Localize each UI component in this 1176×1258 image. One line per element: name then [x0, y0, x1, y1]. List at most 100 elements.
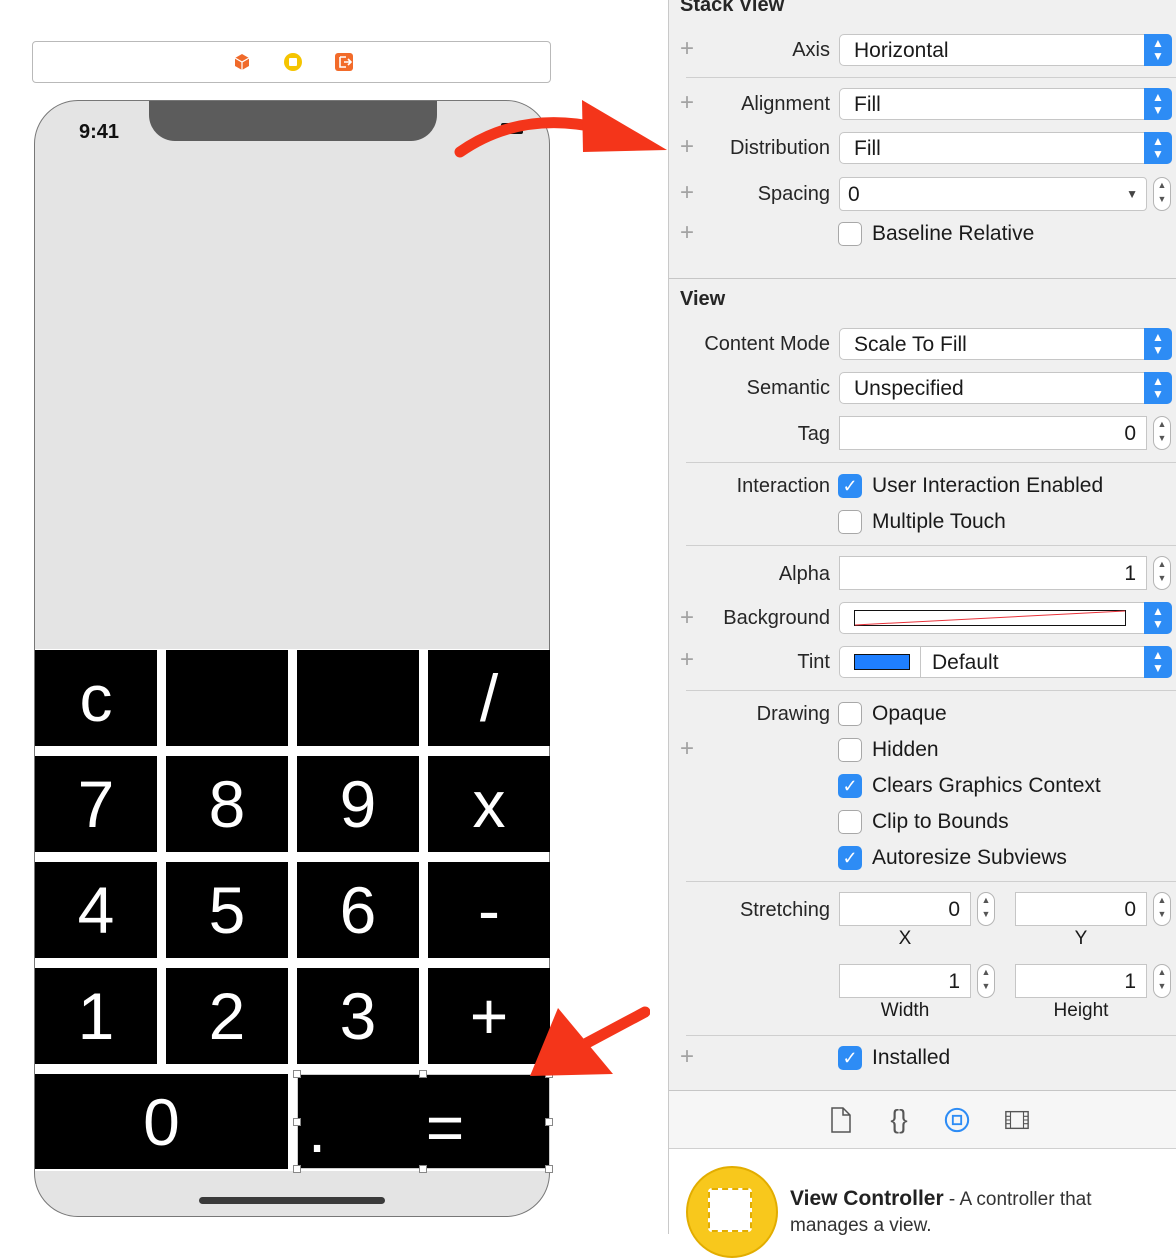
- key-dot[interactable]: .: [303, 1090, 331, 1162]
- calculator-key[interactable]: 9: [297, 756, 419, 852]
- calculator-key[interactable]: /: [428, 650, 550, 746]
- code-snippet-icon[interactable]: {}: [886, 1106, 912, 1134]
- stretching-y-field[interactable]: 0: [1015, 892, 1147, 926]
- stretching-width-caption: Width: [880, 1000, 930, 1021]
- calculator-key[interactable]: [297, 650, 419, 746]
- stretching-height-value: 1: [1124, 970, 1136, 993]
- plus-icon[interactable]: +: [680, 221, 694, 245]
- opaque-checkbox[interactable]: [838, 702, 862, 726]
- axis-label: Axis: [792, 39, 830, 61]
- chevron-updown-icon: ▲ ▼: [1144, 328, 1172, 360]
- user-interaction-enabled-checkbox[interactable]: ✓: [838, 474, 862, 498]
- content-mode-value: Scale To Fill: [854, 333, 967, 356]
- semantic-label: Semantic: [746, 377, 830, 399]
- plus-icon[interactable]: +: [680, 181, 694, 205]
- resize-handle[interactable]: [293, 1165, 301, 1173]
- spacing-stepper[interactable]: ▲ ▼: [1153, 177, 1171, 211]
- alignment-label: Alignment: [741, 93, 830, 115]
- section-title-stack-view: Stack View: [680, 0, 785, 16]
- clear-color-swatch-icon: [854, 610, 1126, 626]
- view-controller-icon[interactable]: [232, 52, 252, 72]
- plus-icon[interactable]: +: [680, 737, 694, 761]
- library-item-text[interactable]: View Controller - A controller that mana…: [790, 1186, 1160, 1239]
- spacing-label: Spacing: [757, 183, 830, 205]
- calculator-key[interactable]: 6: [297, 862, 419, 958]
- resize-handle[interactable]: [293, 1070, 301, 1078]
- calculator-key[interactable]: -: [428, 862, 550, 958]
- calculator-key[interactable]: 7: [35, 756, 157, 852]
- stretching-label: Stretching: [739, 899, 830, 921]
- distribution-popup[interactable]: Fill ▲ ▼: [839, 132, 1172, 164]
- first-responder-icon[interactable]: [283, 52, 303, 72]
- plus-icon[interactable]: +: [680, 135, 694, 159]
- clip-to-bounds-checkbox[interactable]: [838, 810, 862, 834]
- status-bar-time: 9:41: [79, 121, 120, 143]
- background-color-well[interactable]: ▲ ▼: [839, 602, 1172, 634]
- calculator-key[interactable]: x: [428, 756, 550, 852]
- stretching-width-stepper[interactable]: ▲ ▼: [977, 964, 995, 998]
- semantic-popup[interactable]: Unspecified ▲ ▼: [839, 372, 1172, 404]
- tag-stepper[interactable]: ▲ ▼: [1153, 416, 1171, 450]
- stretching-width-field[interactable]: 1: [839, 964, 971, 998]
- multiple-touch-checkbox[interactable]: [838, 510, 862, 534]
- library-tab-bar: [669, 1091, 1176, 1148]
- object-library-icon[interactable]: [944, 1106, 970, 1134]
- tint-color-well[interactable]: Default ▲ ▼: [839, 646, 1172, 678]
- content-mode-popup[interactable]: Scale To Fill ▲ ▼: [839, 328, 1172, 360]
- multiple-touch-label: Multiple Touch: [872, 510, 1006, 533]
- calculator-key[interactable]: [166, 650, 288, 746]
- stretching-height-field[interactable]: 1: [1015, 964, 1147, 998]
- device-notch: [149, 101, 437, 141]
- clip-to-bounds-label: Clip to Bounds: [872, 810, 1009, 833]
- plus-icon[interactable]: +: [680, 606, 694, 630]
- axis-popup[interactable]: Horizontal ▲ ▼: [839, 34, 1172, 66]
- divider: [686, 462, 1176, 463]
- plus-icon[interactable]: +: [680, 648, 694, 672]
- media-library-icon[interactable]: [1004, 1106, 1030, 1134]
- plus-icon[interactable]: +: [680, 37, 694, 61]
- calculator-key[interactable]: 1: [35, 968, 157, 1064]
- background-label: Background: [723, 607, 830, 629]
- calculator-key[interactable]: 4: [35, 862, 157, 958]
- calculator-key[interactable]: 2: [166, 968, 288, 1064]
- clears-graphics-context-checkbox[interactable]: ✓: [838, 774, 862, 798]
- resize-handle[interactable]: [419, 1070, 427, 1078]
- key-zero[interactable]: 0: [35, 1074, 288, 1169]
- resize-handle[interactable]: [293, 1118, 301, 1126]
- tag-field[interactable]: 0: [839, 416, 1147, 450]
- calculator-key[interactable]: c: [35, 650, 157, 746]
- file-template-icon[interactable]: [828, 1106, 854, 1134]
- plus-icon[interactable]: +: [680, 1045, 694, 1069]
- calculator-key[interactable]: 5: [166, 862, 288, 958]
- alpha-field[interactable]: 1: [839, 556, 1147, 590]
- chevron-updown-icon: ▲ ▼: [1144, 34, 1172, 66]
- resize-handle[interactable]: [545, 1165, 553, 1173]
- stretching-width-value: 1: [948, 970, 960, 993]
- resize-handle[interactable]: [419, 1165, 427, 1173]
- stretching-y-stepper[interactable]: ▲ ▼: [1153, 892, 1171, 926]
- baseline-relative-checkbox[interactable]: [838, 222, 862, 246]
- tag-value: 0: [1124, 422, 1136, 445]
- installed-label: Installed: [872, 1046, 951, 1069]
- alpha-stepper[interactable]: ▲ ▼: [1153, 556, 1171, 590]
- dropdown-arrow-icon[interactable]: ▼: [1126, 187, 1138, 201]
- view-controller-library-icon[interactable]: [686, 1166, 778, 1258]
- hidden-checkbox[interactable]: [838, 738, 862, 762]
- spacing-combo[interactable]: 0 ▼: [839, 177, 1147, 211]
- stretching-x-field[interactable]: 0: [839, 892, 971, 926]
- plus-icon[interactable]: +: [680, 91, 694, 115]
- chevron-updown-icon: ▲ ▼: [1144, 602, 1172, 634]
- stretching-height-stepper[interactable]: ▲ ▼: [1153, 964, 1171, 998]
- calculator-key[interactable]: 3: [297, 968, 419, 1064]
- stretching-y-caption: Y: [1074, 928, 1088, 949]
- resize-handle[interactable]: [545, 1118, 553, 1126]
- exit-icon[interactable]: [334, 52, 354, 72]
- stretching-x-stepper[interactable]: ▲ ▼: [977, 892, 995, 926]
- stretching-x-value: 0: [948, 898, 960, 921]
- key-equals[interactable]: =: [400, 1086, 490, 1168]
- alignment-popup[interactable]: Fill ▲ ▼: [839, 88, 1172, 120]
- calculator-key[interactable]: 8: [166, 756, 288, 852]
- autoresize-subviews-checkbox[interactable]: ✓: [838, 846, 862, 870]
- installed-checkbox[interactable]: ✓: [838, 1046, 862, 1070]
- hidden-label: Hidden: [872, 738, 939, 761]
